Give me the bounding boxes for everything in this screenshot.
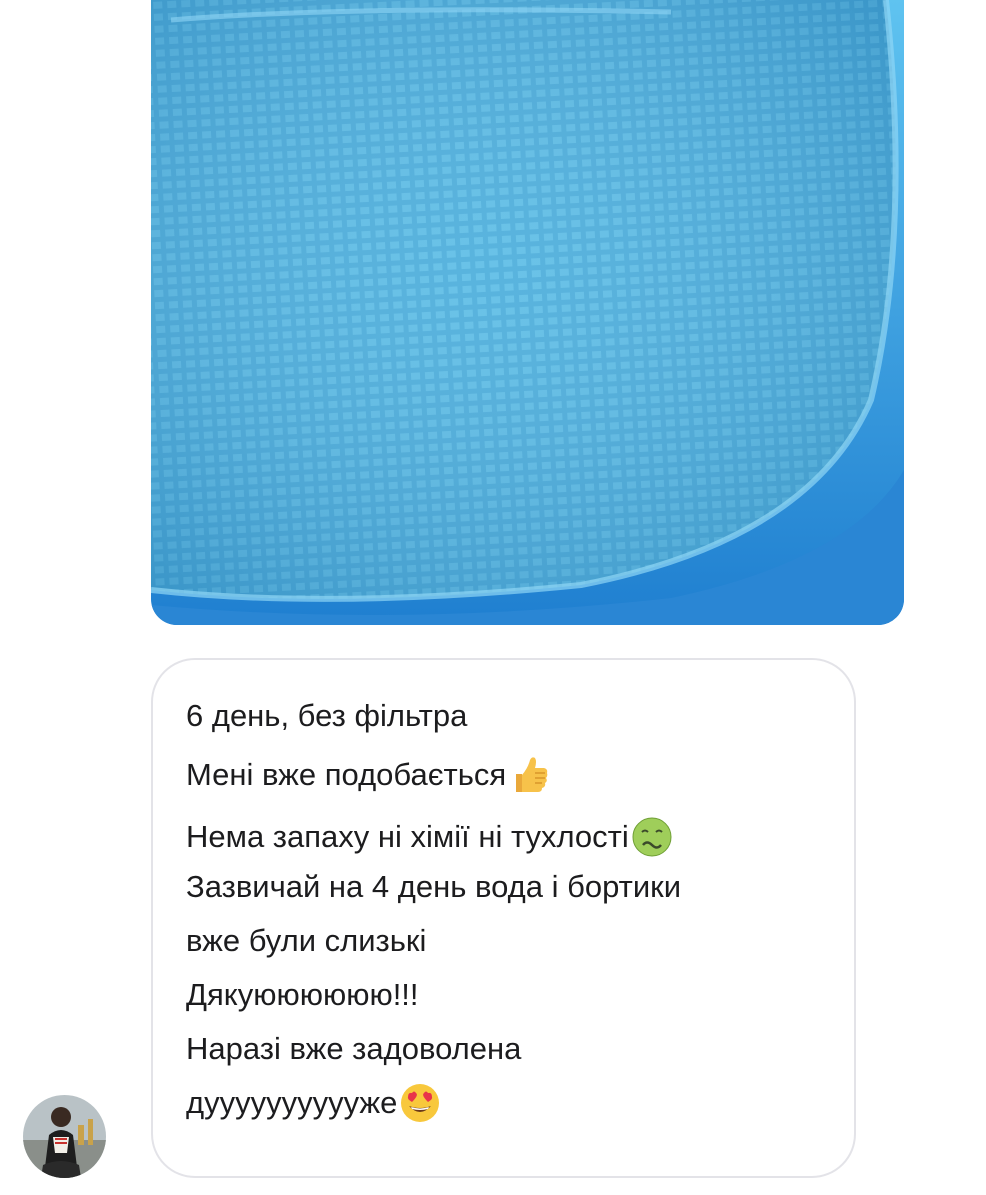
message-line: Мені вже подобається (186, 754, 854, 796)
message-text: Мені вже подобається (186, 757, 507, 792)
message-line: Дякуюююююю!!! (186, 974, 854, 1016)
message-text: дууууууууууже (186, 1085, 398, 1120)
nauseated-face-icon (631, 816, 673, 858)
heart-eyes-icon (399, 1082, 441, 1124)
thumbs-up-icon (508, 754, 550, 796)
message-text: 6 день, без фільтра (186, 698, 468, 733)
message-line: Зазвичай на 4 день вода і бортики (186, 866, 854, 908)
avatar-image (23, 1095, 106, 1178)
message-line: вже були слизькі (186, 920, 854, 962)
message-text: Зазвичай на 4 день вода і бортики (186, 869, 682, 904)
avatar[interactable] (23, 1095, 106, 1178)
pool-photo[interactable] (151, 0, 904, 625)
message-line: Нема запаху ні хімії ні тухлості (186, 816, 854, 858)
message-line: Наразі вже задоволена (186, 1028, 854, 1070)
message-text: Дякуюююююю!!! (186, 977, 419, 1012)
pool-image (151, 0, 904, 625)
message-line: 6 день, без фільтра (186, 698, 854, 734)
message-line: дууууууууууже (186, 1082, 854, 1124)
message-text: Наразі вже задоволена (186, 1031, 522, 1066)
message-text: Нема запаху ні хімії ні тухлості (186, 819, 629, 854)
message-bubble[interactable]: 6 день, без фільтра Мені вже подобається… (151, 658, 856, 1178)
message-text: вже були слизькі (186, 923, 427, 958)
